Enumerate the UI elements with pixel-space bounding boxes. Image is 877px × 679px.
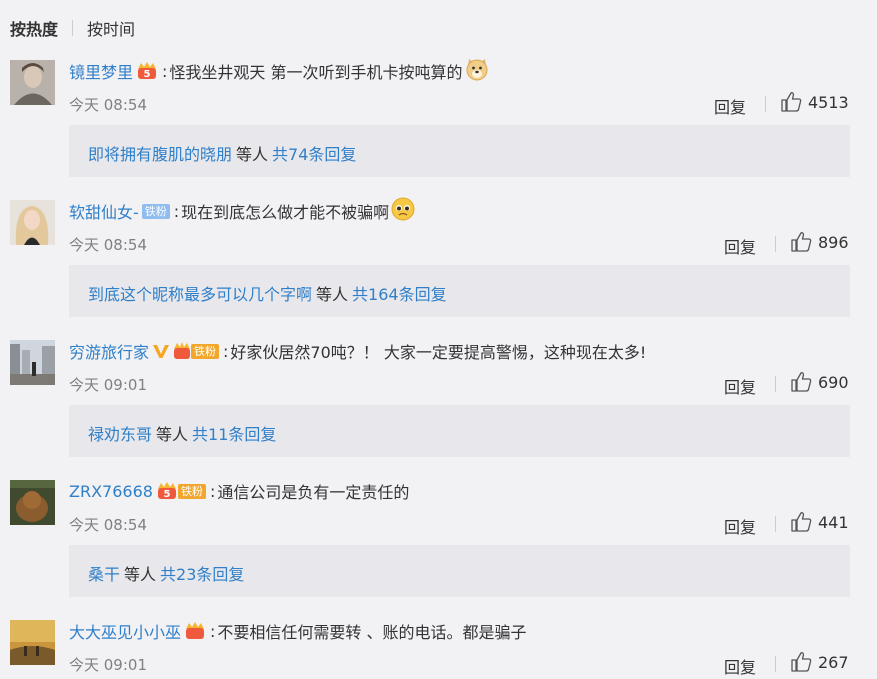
reply-preview-name[interactable]: 禄劝东哥 xyxy=(88,425,152,444)
tab-sort-hot[interactable]: 按热度 xyxy=(10,16,58,40)
reply-button[interactable]: 回复 xyxy=(724,514,756,538)
reply-summary[interactable]: 禄劝东哥 等人 共11条回复 xyxy=(69,405,850,457)
username-link[interactable]: 穷游旅行家 xyxy=(69,339,149,363)
username-link[interactable]: ZRX76668 xyxy=(69,482,153,501)
comment-time: 今天 09:01 xyxy=(69,376,147,394)
reply-total-link[interactable]: 共11条回复 xyxy=(192,425,276,444)
colon: : xyxy=(173,201,180,221)
level-badge-icon[interactable] xyxy=(184,622,206,640)
colon: : xyxy=(209,481,216,501)
level-badge-text: 5 xyxy=(144,69,151,80)
reply-preview-suffix: 等人 xyxy=(236,145,269,164)
colon: : xyxy=(223,341,229,361)
action-divider xyxy=(775,656,776,672)
like-button[interactable]: 896 xyxy=(790,231,849,253)
comment-text: 怪我坐井观天 第一次听到手机卡按吨算的 xyxy=(169,63,463,82)
like-button[interactable]: 690 xyxy=(790,371,849,393)
comment-header: ZRX76668 5 铁粉 : 通信公司是负有一定责任的 xyxy=(69,478,409,504)
comment-time: 今天 08:54 xyxy=(69,96,147,114)
comment-text: 好家伙居然70吨？！ 大家一定要提高警惕，这种现在太多! xyxy=(230,343,647,362)
level-badge-icon[interactable]: 5 xyxy=(156,482,178,500)
thumbs-up-icon xyxy=(791,512,812,532)
comment-header: 穷游旅行家 铁粉 : 好家伙居然70吨？！ 大家一定要提高警惕，这种现在太多! xyxy=(69,338,646,364)
action-divider xyxy=(765,96,766,112)
reply-button[interactable]: 回复 xyxy=(714,94,746,118)
avatar[interactable] xyxy=(10,480,55,525)
fan-badge[interactable]: 铁粉 xyxy=(141,203,170,219)
reply-preview-suffix: 等人 xyxy=(156,425,189,444)
reply-preview-suffix: 等人 xyxy=(124,565,157,584)
like-count: 896 xyxy=(818,232,849,252)
avatar[interactable] xyxy=(10,200,55,245)
colon: : xyxy=(210,621,216,641)
verified-v-icon xyxy=(152,342,170,360)
comment-text: 现在到底怎么做才能不被骗啊 xyxy=(181,203,390,222)
like-button[interactable]: 441 xyxy=(790,511,849,533)
avatar[interactable] xyxy=(10,340,55,385)
fan-badge[interactable]: 铁粉 xyxy=(191,343,220,359)
reply-preview-suffix: 等人 xyxy=(316,285,349,304)
avatar[interactable] xyxy=(10,60,55,105)
like-count: 4513 xyxy=(808,92,849,112)
reply-button[interactable]: 回复 xyxy=(724,234,756,258)
thumbs-up-icon xyxy=(791,232,812,252)
sort-tabs: 按热度 按时间 xyxy=(10,16,135,40)
comment-header: 软甜仙女- 铁粉 : 现在到底怎么做才能不被骗啊 xyxy=(69,197,415,225)
reply-summary[interactable]: 桑干 等人 共23条回复 xyxy=(69,545,850,597)
like-button[interactable]: 4513 xyxy=(780,91,849,113)
thumbs-up-icon xyxy=(781,92,802,112)
avatar[interactable] xyxy=(10,620,55,665)
reply-button[interactable]: 回复 xyxy=(724,374,756,398)
reply-summary[interactable]: 即将拥有腹肌的晓朋 等人 共74条回复 xyxy=(69,125,850,177)
like-count: 267 xyxy=(818,652,849,672)
comment-header: 大大巫见小小巫 : 不要相信任何需要转 、账的电话。都是骗子 xyxy=(69,618,527,644)
fan-badge[interactable]: 铁粉 xyxy=(177,483,206,499)
username-link[interactable]: 大大巫见小小巫 xyxy=(69,619,181,643)
reply-preview-name[interactable]: 到底这个昵称最多可以几个字啊 xyxy=(88,285,312,304)
comment-time: 今天 08:54 xyxy=(69,516,147,534)
level-badge-text: 5 xyxy=(163,489,170,500)
like-count: 690 xyxy=(818,372,849,392)
thumbs-up-icon xyxy=(791,652,812,672)
comment-text: 不要相信任何需要转 、账的电话。都是骗子 xyxy=(217,623,527,642)
reply-total-link[interactable]: 共74条回复 xyxy=(272,145,356,164)
comment-header: 镜里梦里 5 : 怪我坐井观天 第一次听到手机卡按吨算的 xyxy=(69,58,489,84)
reply-preview-name[interactable]: 桑干 xyxy=(88,565,120,584)
comment-time: 今天 08:54 xyxy=(69,236,147,254)
username-link[interactable]: 软甜仙女- xyxy=(69,199,139,223)
action-divider xyxy=(775,236,776,252)
reply-summary[interactable]: 到底这个昵称最多可以几个字啊 等人 共164条回复 xyxy=(69,265,850,317)
reply-preview-name[interactable]: 即将拥有腹肌的晓朋 xyxy=(88,145,232,164)
comment-text: 通信公司是负有一定责任的 xyxy=(217,483,410,502)
tab-sort-time[interactable]: 按时间 xyxy=(87,16,135,40)
doge-icon xyxy=(465,57,489,85)
comment-time: 今天 09:01 xyxy=(69,656,147,674)
like-count: 441 xyxy=(818,512,849,532)
like-button[interactable]: 267 xyxy=(790,651,849,673)
action-divider xyxy=(775,376,776,392)
level-badge-icon[interactable]: 5 xyxy=(136,62,158,80)
pleading-face-icon xyxy=(391,197,415,225)
fan-level-badge-icon[interactable] xyxy=(173,342,191,360)
tab-divider xyxy=(72,20,74,36)
reply-total-link[interactable]: 共164条回复 xyxy=(352,285,447,304)
colon: : xyxy=(162,61,168,81)
reply-button[interactable]: 回复 xyxy=(724,654,756,678)
action-divider xyxy=(775,516,776,532)
reply-total-link[interactable]: 共23条回复 xyxy=(160,565,244,584)
thumbs-up-icon xyxy=(791,372,812,392)
username-link[interactable]: 镜里梦里 xyxy=(69,59,133,83)
